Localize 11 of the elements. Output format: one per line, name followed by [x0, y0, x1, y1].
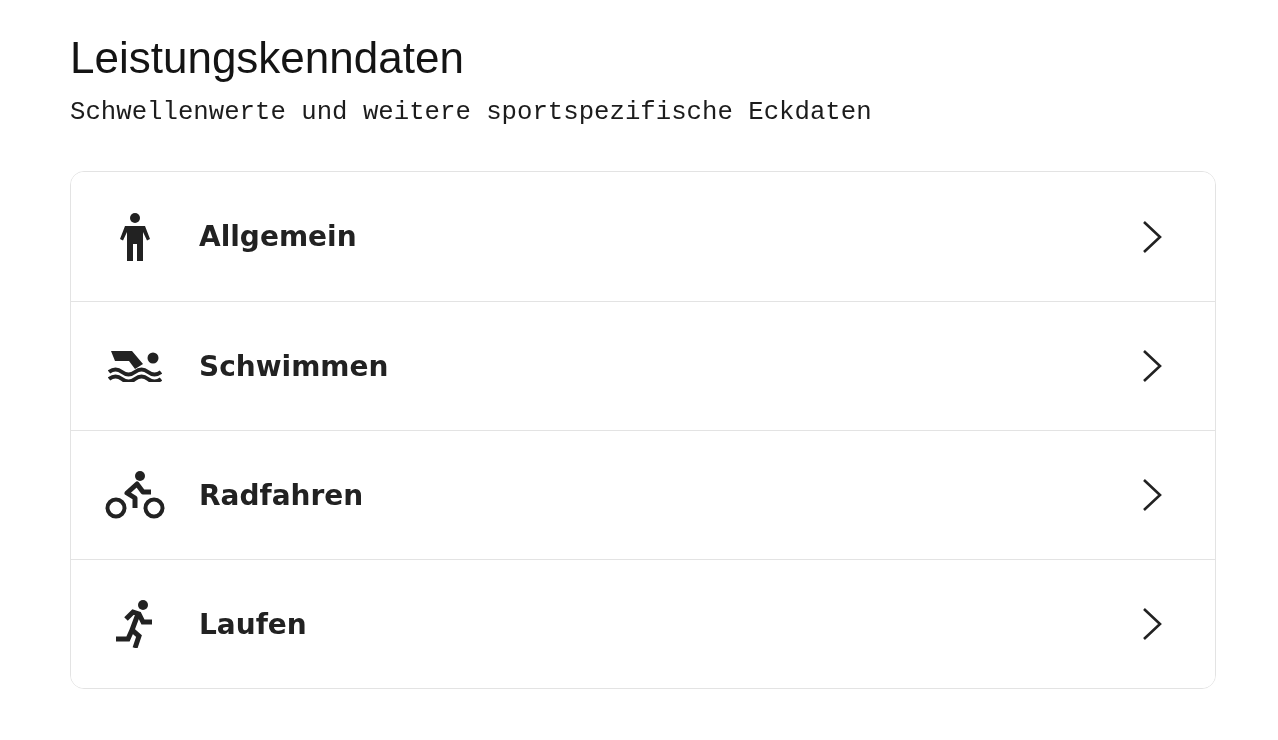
page-title: Leistungskenndaten	[70, 32, 465, 84]
runner-icon	[116, 600, 154, 648]
chevron-right-icon	[1142, 478, 1162, 512]
chevron-right-icon	[1142, 349, 1162, 383]
person-icon	[120, 212, 150, 261]
chevron-right-icon	[1142, 219, 1162, 254]
cyclist-icon	[105, 471, 165, 519]
chevron-right-icon	[1142, 607, 1162, 641]
page-subtitle: Schwellenwerte und weitere sportspezifische Eckdaten	[70, 97, 873, 129]
swimmer-icon	[108, 350, 162, 382]
category-row[interactable]: Laufen	[71, 559, 1215, 688]
